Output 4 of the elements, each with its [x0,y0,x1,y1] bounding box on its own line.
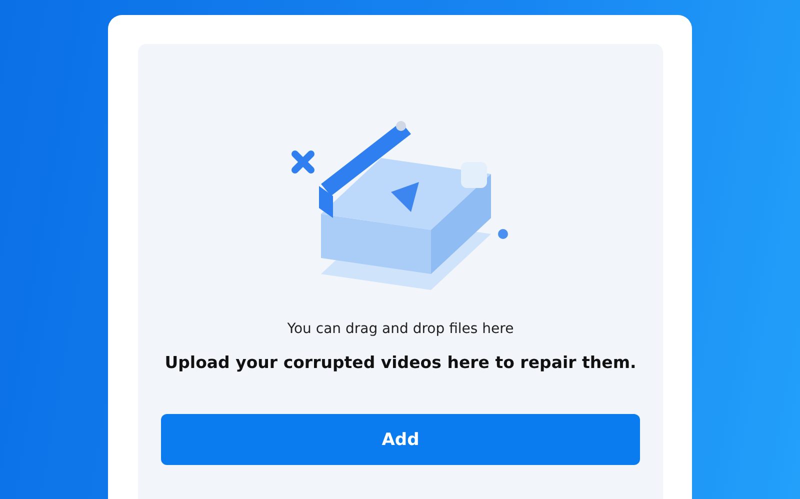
add-button[interactable]: Add [161,414,640,465]
drop-zone[interactable]: You can drag and drop files here Upload your corrupted videos here to repair them. Add [138,44,663,499]
drop-hint: You can drag and drop files here [287,320,514,338]
upload-heading: Upload your corrupted videos here to repair them. [164,352,636,374]
